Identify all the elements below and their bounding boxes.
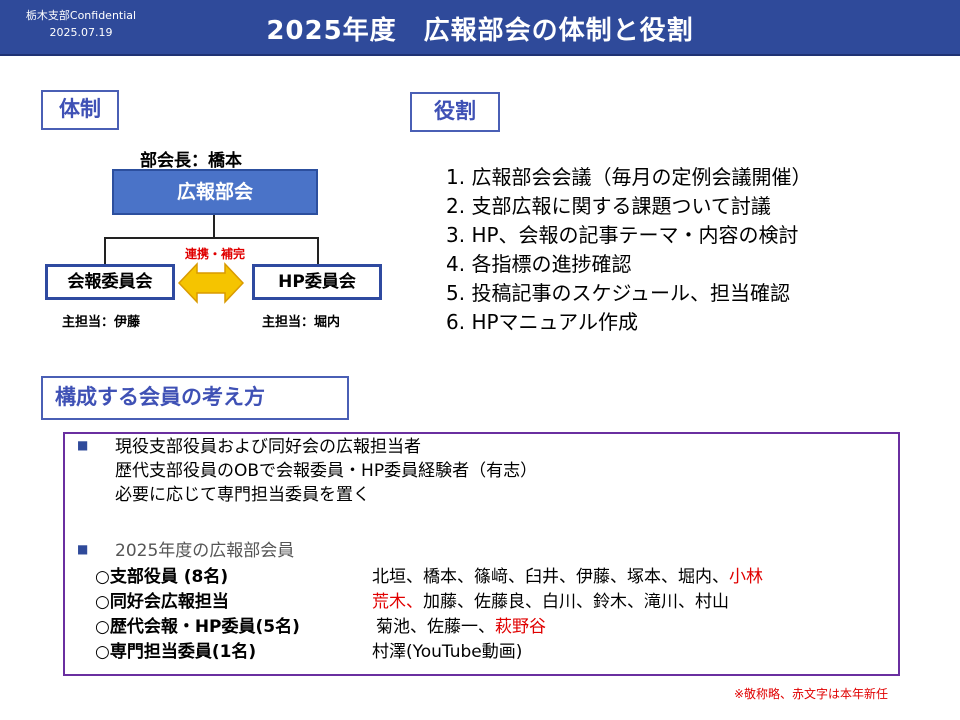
names-text: 菊池、佐藤一、: [376, 617, 495, 637]
org-main-box: 広報部会: [112, 169, 318, 215]
footnote: ※敬称略、赤文字は本年新任: [733, 687, 888, 701]
org-line-vertical: [213, 215, 215, 238]
names-text: 村澤(YouTube動画): [372, 642, 523, 662]
role-item: 2. 支部広報に関する課題ついて討議: [446, 194, 771, 218]
new-names-text: 小林: [729, 567, 763, 587]
double-arrow-icon: [178, 262, 244, 304]
header-bar: 栃木支部Confidential 2025.07.19 2025年度 広報部会の…: [0, 0, 960, 56]
names-after-text: 加藤、佐藤良、白川、鈴木、滝川、村山: [423, 592, 729, 612]
role-item: 5. 投稿記事のスケジュール、担当確認: [446, 281, 791, 305]
page-title: 2025年度 広報部会の体制と役割: [266, 16, 694, 46]
names-text: 北垣、橋本、篠﨑、臼井、伊藤、塚本、堀内、: [372, 567, 729, 587]
header-meta: 栃木支部Confidential 2025.07.19: [6, 7, 156, 41]
new-names-text: 荒木、: [372, 592, 423, 612]
members-year-heading: 2025年度の広報部会員: [115, 541, 295, 561]
header-org: 栃木支部Confidential: [25, 9, 137, 22]
role-item: 1. 広報部会会議（毎月の定例会議開催）: [446, 165, 812, 189]
hp-committee-box: HP委員会: [252, 264, 382, 300]
category-label: ○同好会広報担当: [95, 592, 229, 612]
org-line-horizontal: [104, 237, 319, 239]
hp-lead-label: 主担当：堀内: [262, 315, 341, 330]
section-kosei: 構成する会員の考え方: [41, 376, 349, 420]
new-names-text: 萩野谷: [495, 617, 546, 637]
members-line-1: 現役支部役員および同好会の広報担当者: [115, 437, 421, 457]
roles-list: 1. 広報部会会議（毎月の定例会議開催） 2. 支部広報に関する課題ついて討議 …: [446, 163, 811, 337]
role-item: 3. HP、会報の記事テーマ・内容の検討: [446, 223, 799, 247]
category-names: 荒木、加藤、佐藤良、白川、鈴木、滝川、村山: [372, 591, 729, 613]
members-line-2: 歴代支部役員のOBで会報委員・HP委員経験者（有志）: [115, 461, 538, 481]
org-line-right: [317, 237, 319, 264]
category-names: 菊池、佐藤一、萩野谷: [376, 616, 546, 638]
category-label: ○専門担当委員(1名): [95, 642, 257, 662]
section-taisei: 体制: [41, 90, 119, 130]
category-names: 北垣、橋本、篠﨑、臼井、伊藤、塚本、堀内、小林: [372, 566, 763, 588]
role-item: 4. 各指標の進捗確認: [446, 252, 632, 276]
link-label: 連携・補完: [184, 247, 245, 261]
category-label: ○支部役員 (8名): [95, 567, 229, 587]
kaiho-committee-box: 会報委員会: [45, 264, 175, 300]
square-bullet-icon: ■: [77, 438, 89, 452]
members-box: ■ 現役支部役員および同好会の広報担当者 歴代支部役員のOBで会報委員・HP委員…: [63, 432, 900, 676]
head-label: 部会長：橋本: [140, 151, 242, 171]
header-date: 2025.07.19: [49, 26, 113, 39]
kaiho-lead-label: 主担当：伊藤: [62, 315, 141, 330]
section-yakuwari: 役割: [410, 92, 500, 132]
category-label: ○歴代会報・HP委員(5名): [95, 617, 300, 637]
category-names: 村澤(YouTube動画): [372, 641, 522, 663]
members-line-3: 必要に応じて専門担当委員を置く: [115, 485, 370, 505]
org-line-left: [104, 237, 106, 264]
square-bullet-icon: ■: [77, 542, 89, 556]
role-item: 6. HPマニュアル作成: [446, 310, 638, 334]
